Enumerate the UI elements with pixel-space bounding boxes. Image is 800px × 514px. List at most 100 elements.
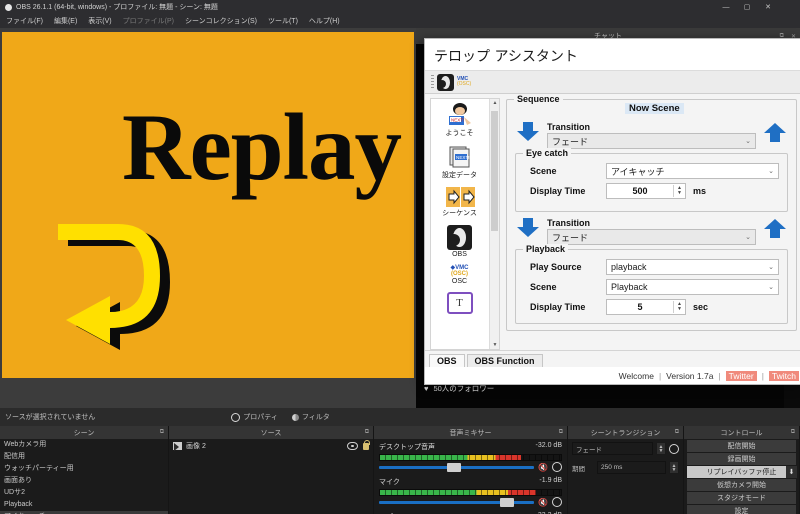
gear-icon[interactable] bbox=[552, 462, 562, 472]
chevron-down-icon[interactable]: ▼ bbox=[492, 342, 498, 348]
selection-buttons: プロパティ フィルタ bbox=[231, 412, 330, 422]
menu-tools[interactable]: ツール(T) bbox=[268, 16, 298, 26]
popout-icon[interactable]: ⧉ bbox=[675, 429, 679, 436]
chevron-up-icon[interactable]: ▲ bbox=[492, 100, 498, 106]
list-item[interactable]: Playback bbox=[0, 499, 168, 511]
osc-label: (OSC) bbox=[457, 81, 472, 87]
gear-icon[interactable] bbox=[552, 497, 562, 507]
filters-button[interactable]: フィルタ bbox=[291, 412, 330, 422]
tab-obs[interactable]: OBS bbox=[429, 354, 465, 367]
menu-scene-collection[interactable]: シーンコレクション(S) bbox=[185, 16, 257, 26]
menu-view[interactable]: 表示(V) bbox=[88, 16, 111, 26]
chevron-down-icon: ⌄ bbox=[768, 168, 774, 175]
transition-label-2: Transition bbox=[547, 218, 591, 228]
twitter-link[interactable]: Twitter bbox=[725, 370, 757, 381]
transition-value-1: フェード bbox=[552, 136, 589, 147]
settings-button[interactable]: 設定 bbox=[687, 505, 796, 514]
transitions-body: フェード ▲ ▼ 期間 250 ms ▲ ▼ bbox=[568, 439, 683, 514]
maximize-icon[interactable]: ▢ bbox=[743, 4, 751, 11]
scenes-list[interactable]: Webカメラ用 配信用 ウォッチパーティー用 画面あり UDサ2 Playbac… bbox=[0, 439, 168, 514]
list-item[interactable]: UDサ2 bbox=[0, 487, 168, 499]
filters-label: フィルタ bbox=[301, 414, 330, 421]
scene-preview[interactable]: Replay bbox=[2, 32, 414, 378]
mixer-channel-header: マイク -1.9 dB bbox=[379, 477, 562, 487]
sidebar-item-sequence[interactable]: シーケンス bbox=[431, 187, 488, 218]
lock-icon[interactable] bbox=[363, 439, 370, 450]
sidebar-item-telop[interactable]: T bbox=[431, 292, 488, 314]
sidebar-item-welcome[interactable]: NEXT! ようこそ bbox=[431, 103, 488, 138]
source-label: 画像 2 bbox=[186, 443, 206, 450]
sidebar-item-obs[interactable]: OBS bbox=[431, 225, 488, 258]
welcome-link[interactable]: Welcome bbox=[619, 371, 654, 381]
popout-icon[interactable]: ⧉ bbox=[160, 429, 164, 436]
chevron-down-icon: ⌄ bbox=[768, 284, 774, 291]
transition-select-1[interactable]: フェード ⌄ bbox=[547, 133, 756, 149]
playback-scene-select[interactable]: Playback ⌄ bbox=[606, 279, 779, 295]
menu-help[interactable]: ヘルプ(H) bbox=[309, 16, 340, 26]
save-replay-icon[interactable]: ⬇ bbox=[786, 466, 797, 478]
playback-group: Playback Play Source playback ⌄ Scene Pl… bbox=[515, 244, 788, 324]
stop-replay-buffer-button[interactable]: リプレイバッファ停止 ⬇ bbox=[687, 466, 797, 478]
volume-slider[interactable] bbox=[379, 462, 535, 472]
popout-icon[interactable]: ⧉ bbox=[365, 429, 369, 436]
sidebar-scrollbar[interactable]: ▲ ▼ bbox=[489, 99, 499, 349]
minimize-icon[interactable]: — bbox=[722, 4, 730, 11]
popout-icon[interactable]: ⧉ bbox=[559, 429, 563, 436]
transition-select-2[interactable]: フェード ⌄ bbox=[547, 229, 756, 245]
toolbar-grip[interactable] bbox=[431, 75, 434, 89]
start-recording-button[interactable]: 録画開始 bbox=[687, 453, 796, 465]
image-source-icon bbox=[173, 442, 182, 451]
playback-source-select[interactable]: playback ⌄ bbox=[606, 259, 779, 275]
status-separator: | bbox=[718, 370, 721, 381]
menu-edit[interactable]: 編集(E) bbox=[54, 16, 77, 26]
studio-mode-button[interactable]: スタジオモード bbox=[687, 492, 796, 504]
sidebar-item-settings-data[interactable]: NEXT! 設定データ bbox=[431, 145, 488, 180]
transition-select[interactable]: フェード bbox=[572, 442, 653, 455]
twitch-link[interactable]: Twitch bbox=[768, 370, 799, 381]
start-streaming-button[interactable]: 配信開始 bbox=[687, 440, 796, 452]
tab-obs-function[interactable]: OBS Function bbox=[466, 354, 543, 367]
dialog-toolbar: VMC (OSC) bbox=[425, 70, 800, 94]
eyecatch-time-stepper[interactable]: 500 ▲ ▼ bbox=[606, 183, 686, 199]
stepper-arrows[interactable]: ▲ ▼ bbox=[673, 185, 685, 197]
eye-icon[interactable] bbox=[347, 442, 358, 450]
scrollbar-thumb[interactable] bbox=[491, 111, 498, 231]
sidebar-item-label: 設定データ bbox=[442, 172, 477, 179]
mute-icon[interactable]: 🔇 bbox=[538, 463, 548, 472]
popout-icon[interactable]: ⧉ bbox=[791, 429, 795, 436]
mixer-channel-name: マイク bbox=[379, 479, 400, 486]
list-item[interactable]: 配信用 bbox=[0, 451, 168, 463]
properties-button[interactable]: プロパティ bbox=[231, 412, 278, 422]
window-controls: — ▢ ✕ bbox=[722, 0, 772, 14]
duration-stepper[interactable]: ▲ ▼ bbox=[669, 461, 679, 474]
sources-dock-header: ソース ⧉ bbox=[169, 426, 373, 439]
mixer-channel-header: デスクトップ音声 -32.0 dB bbox=[379, 442, 562, 452]
chevron-down-icon: ⌄ bbox=[745, 234, 751, 241]
list-item[interactable]: ウォッチパーティー用 bbox=[0, 463, 168, 475]
list-item[interactable]: 画像 2 bbox=[169, 439, 373, 453]
eyecatch-scene-select[interactable]: アイキャッチ ⌄ bbox=[606, 163, 779, 179]
transition-stepper[interactable]: ▲ ▼ bbox=[656, 442, 666, 455]
sidebar-item-label: ようこそ bbox=[445, 130, 474, 137]
menu-file[interactable]: ファイル(F) bbox=[6, 16, 43, 26]
playback-source-row: Play Source playback ⌄ bbox=[524, 259, 779, 275]
eyecatch-time-value: 500 bbox=[632, 186, 648, 196]
source-selection-bar: ソースが選択されていません プロパティ フィルタ bbox=[0, 408, 800, 427]
start-virtual-camera-button[interactable]: 仮想カメラ開始 bbox=[687, 479, 796, 491]
transition-value-2: フェード bbox=[552, 232, 589, 243]
gear-icon[interactable] bbox=[669, 443, 679, 454]
mute-icon[interactable]: 🔇 bbox=[538, 498, 548, 507]
list-item[interactable]: 画面あり bbox=[0, 475, 168, 487]
duration-input[interactable]: 250 ms bbox=[597, 461, 666, 474]
stepper-arrows[interactable]: ▲ ▼ bbox=[673, 301, 685, 313]
list-item[interactable]: Webカメラ用 bbox=[0, 439, 168, 451]
playback-time-stepper[interactable]: 5 ▲ ▼ bbox=[606, 299, 686, 315]
vmc-osc-logo: VMC (OSC) bbox=[457, 77, 471, 87]
sidebar-item-label: OBS bbox=[452, 251, 467, 258]
mixer-channel-name: デスクトップ音声 bbox=[379, 444, 435, 451]
sources-list[interactable]: 画像 2 bbox=[169, 439, 373, 514]
menu-profile[interactable]: プロファイル(P) bbox=[123, 16, 174, 26]
close-icon[interactable]: ✕ bbox=[764, 4, 772, 11]
sidebar-item-osc[interactable]: ◆VMC (OSC) OSC bbox=[431, 265, 488, 285]
volume-slider[interactable] bbox=[379, 497, 535, 507]
